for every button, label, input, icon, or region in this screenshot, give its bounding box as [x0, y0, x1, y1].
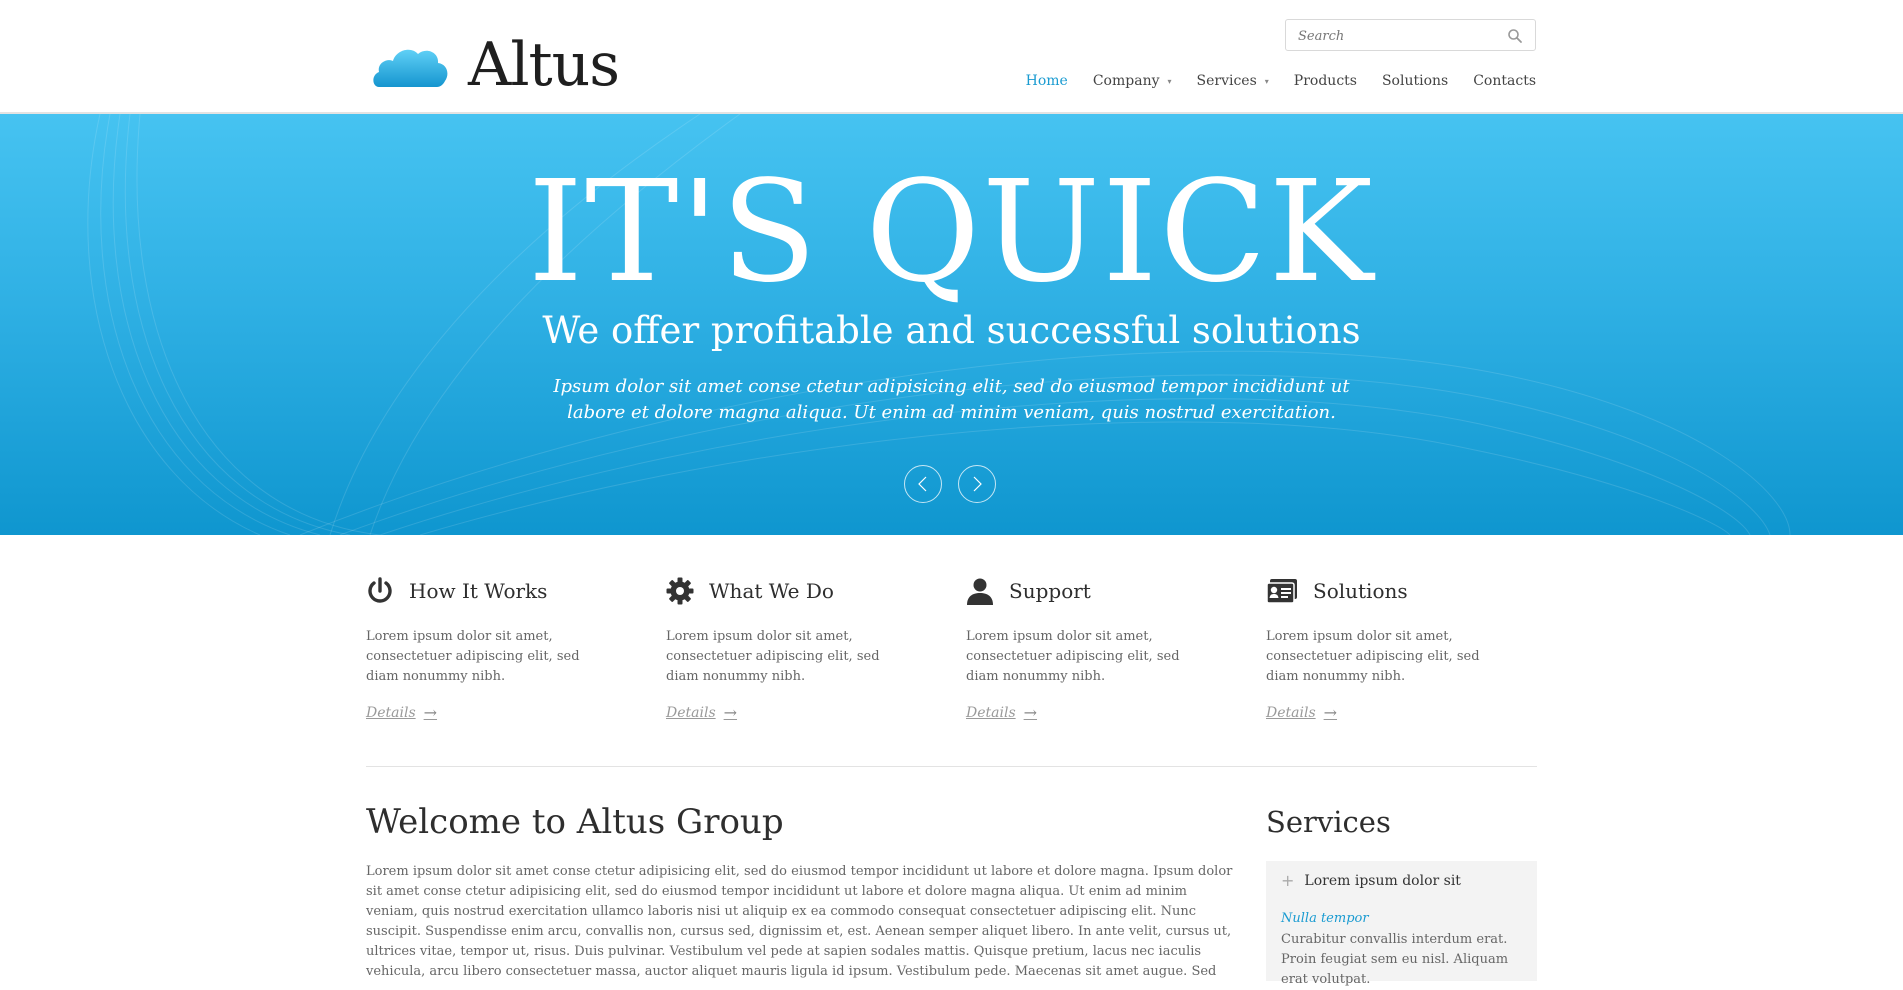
- feature-title: Solutions: [1313, 579, 1408, 603]
- feature-how-it-works: How It Works Lorem ipsum dolor sit amet,…: [366, 576, 616, 722]
- chevron-right-icon: [973, 476, 982, 492]
- chevron-down-icon: ▾: [1264, 76, 1269, 86]
- feature-head: What We Do: [666, 576, 916, 606]
- nav-label: Home: [1025, 73, 1068, 89]
- arrow-right-icon: →: [423, 703, 438, 722]
- chevron-left-icon: [918, 476, 927, 492]
- nav-item-home[interactable]: Home: [1026, 73, 1068, 89]
- cloud-icon: [371, 41, 450, 89]
- services-title: Services: [1266, 805, 1391, 839]
- details-label: Details: [666, 704, 716, 721]
- nav-label: Services: [1196, 73, 1257, 89]
- slider-prev-button[interactable]: [904, 465, 942, 503]
- nav-item-company[interactable]: Company ▾: [1093, 73, 1172, 89]
- nav-label: Contacts: [1473, 73, 1536, 89]
- nav-item-products[interactable]: Products: [1294, 73, 1357, 89]
- id-card-icon: [1266, 579, 1297, 604]
- feature-what-we-do: What We Do Lorem ipsum dolor sit amet, c…: [666, 576, 916, 722]
- feature-head: How It Works: [366, 576, 616, 606]
- services-accordion: + Lorem ipsum dolor sit Nulla tempor Cur…: [1266, 861, 1537, 987]
- feature-text: Lorem ipsum dolor sit amet, consectetuer…: [666, 629, 880, 684]
- details-link[interactable]: Details →: [966, 703, 1037, 722]
- details-label: Details: [366, 704, 416, 721]
- feature-text: Lorem ipsum dolor sit amet, consectetuer…: [366, 629, 580, 684]
- feature-head: Support: [966, 576, 1216, 606]
- hero-title: IT'S QUICK: [527, 151, 1376, 314]
- section-divider: [366, 766, 1537, 767]
- details-label: Details: [966, 704, 1016, 721]
- nav-item-services[interactable]: Services ▾: [1197, 73, 1269, 89]
- logo[interactable]: Altus: [371, 30, 620, 100]
- feature-head: Solutions: [1266, 576, 1516, 606]
- hero-slider: IT'S QUICK We offer profitable and succe…: [0, 114, 1903, 535]
- welcome-text: Lorem ipsum dolor sit amet conse ctetur …: [366, 864, 1233, 979]
- feature-title: How It Works: [409, 579, 548, 603]
- hero-subtitle: We offer profitable and successful solut…: [542, 309, 1361, 352]
- welcome-title: Welcome to Altus Group: [366, 802, 784, 842]
- brand-name: Altus: [468, 30, 620, 100]
- nav-item-contacts[interactable]: Contacts: [1473, 73, 1536, 89]
- details-link[interactable]: Details →: [1266, 703, 1337, 722]
- gear-icon: [666, 577, 694, 605]
- feature-solutions: Solutions Lorem ipsum dolor sit amet, co…: [1266, 576, 1516, 722]
- feature-title: What We Do: [709, 579, 834, 603]
- user-icon: [967, 578, 993, 605]
- feature-text: Lorem ipsum dolor sit amet, consectetuer…: [1266, 629, 1480, 684]
- page: Altus Home Company ▾ Services ▾: [0, 0, 1903, 987]
- chevron-down-icon: ▾: [1167, 76, 1172, 86]
- services-accordion-item[interactable]: + Lorem ipsum dolor sit: [1281, 871, 1461, 890]
- feature-title: Support: [1009, 579, 1091, 603]
- accordion-item-label: Lorem ipsum dolor sit: [1304, 872, 1461, 889]
- details-link[interactable]: Details →: [666, 703, 737, 722]
- arrow-right-icon: →: [1023, 703, 1038, 722]
- nav-label: Solutions: [1381, 73, 1449, 89]
- nav-label: Products: [1293, 73, 1357, 89]
- slider-next-button[interactable]: [958, 465, 996, 503]
- hero-description: Ipsum dolor sit amet conse ctetur adipis…: [553, 376, 1350, 423]
- nav-label: Company: [1092, 73, 1160, 89]
- feature-text: Lorem ipsum dolor sit amet, consectetuer…: [966, 629, 1180, 684]
- accordion-item-subtitle[interactable]: Nulla tempor: [1281, 911, 1369, 926]
- search-input[interactable]: [1296, 25, 1500, 47]
- details-link[interactable]: Details →: [366, 703, 437, 722]
- details-label: Details: [1266, 704, 1316, 721]
- main-nav: Home Company ▾ Services ▾ Products Solut…: [1001, 73, 1536, 89]
- arrow-right-icon: →: [1323, 703, 1338, 722]
- accordion-item-text: Curabitur convallis interdum erat. Proin…: [1281, 932, 1509, 987]
- nav-item-solutions[interactable]: Solutions: [1382, 73, 1448, 89]
- search-icon[interactable]: [1507, 28, 1523, 44]
- search-box: [1285, 19, 1536, 51]
- plus-icon: +: [1281, 871, 1295, 890]
- site-header: Altus Home Company ▾ Services ▾: [0, 0, 1903, 114]
- arrow-right-icon: →: [723, 703, 738, 722]
- power-icon: [368, 577, 392, 603]
- feature-support: Support Lorem ipsum dolor sit amet, cons…: [966, 576, 1216, 722]
